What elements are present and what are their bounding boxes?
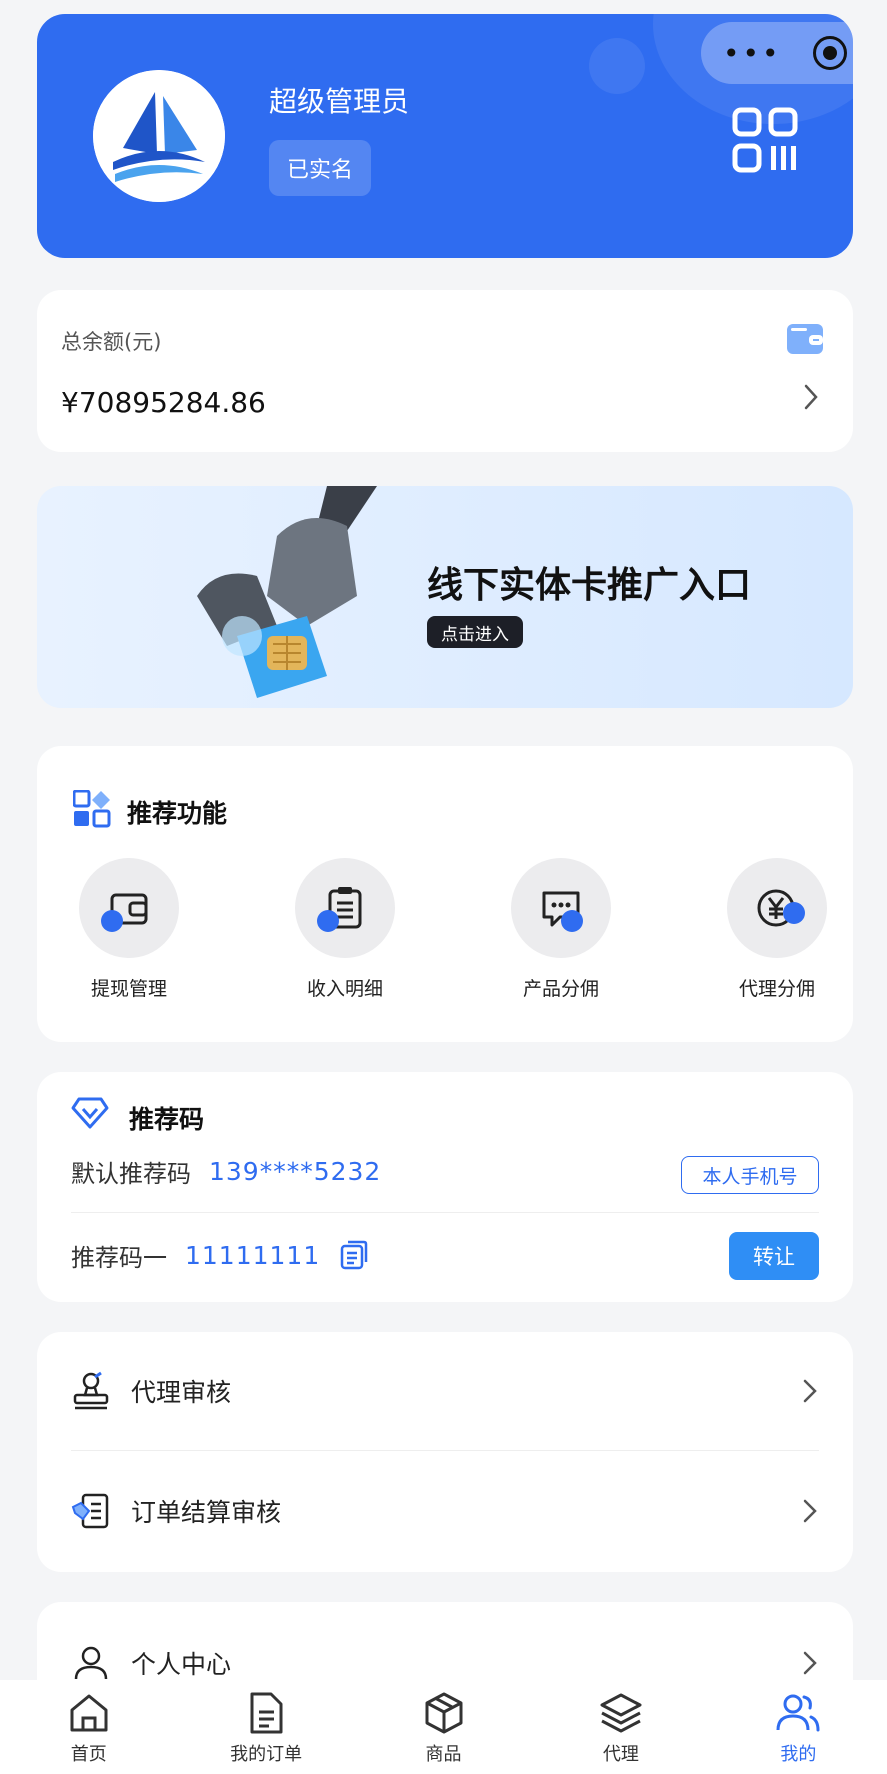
tab-mine[interactable]: 我的 — [710, 1680, 887, 1774]
feature-icon-bg — [511, 858, 611, 958]
audit-list-card: 代理审核 订单结算审核 — [37, 1332, 853, 1572]
balance-amount: ¥70895284.86 — [61, 386, 266, 419]
close-target-icon[interactable] — [813, 36, 847, 70]
header-decoration — [589, 38, 645, 94]
feature-label: 代理分佣 — [738, 978, 815, 1000]
tab-label: 商品 — [425, 1744, 462, 1765]
section-title: 推荐功能 — [127, 799, 228, 828]
accent-dot — [561, 910, 583, 932]
list-item-label: 订单结算审核 — [131, 1498, 282, 1527]
miniprogram-capsule[interactable]: ••• — [701, 22, 853, 84]
accent-dot — [783, 902, 805, 924]
divider — [71, 1212, 819, 1213]
default-referral-value: 139****5232 — [209, 1156, 382, 1186]
stamp-icon — [73, 1371, 109, 1410]
tab-label: 代理 — [602, 1744, 639, 1765]
qr-code-icon[interactable] — [731, 106, 799, 174]
user-icon — [74, 1646, 108, 1680]
profile-header: 超级管理员 已实名 ••• — [37, 14, 853, 258]
feature-label: 产品分佣 — [522, 978, 599, 1000]
box-icon — [425, 1692, 463, 1734]
feature-income-detail[interactable]: 收入明细 — [265, 858, 425, 1001]
robot-hand-sim-illustration — [197, 486, 377, 698]
feature-product-commission[interactable]: 产品分佣 — [481, 858, 641, 1001]
tab-label: 我的 — [780, 1744, 817, 1765]
chevron-right-icon — [803, 1651, 817, 1675]
transfer-button[interactable]: 转让 — [729, 1232, 819, 1280]
feature-label: 提现管理 — [90, 978, 167, 1000]
list-item-order-settlement-audit[interactable]: 订单结算审核 — [71, 1456, 819, 1566]
avatar[interactable] — [93, 70, 225, 202]
bottom-tab-bar: 首页 我的订单 商品 代理 我的 — [0, 1680, 887, 1774]
chevron-right-icon[interactable] — [801, 382, 821, 412]
layers-icon — [600, 1693, 642, 1733]
enter-button[interactable]: 点击进入 — [427, 616, 523, 648]
list-item-label: 代理审核 — [131, 1378, 232, 1407]
feature-label: 收入明细 — [306, 978, 383, 1000]
referral-code-card: 推荐码 默认推荐码 139****5232 本人手机号 推荐码一 1111111… — [37, 1072, 853, 1302]
chevron-right-icon — [803, 1379, 817, 1403]
tab-label: 我的订单 — [230, 1744, 303, 1765]
default-referral-label: 默认推荐码 — [71, 1159, 191, 1188]
feature-icon-bg — [727, 858, 827, 958]
list-item-agent-audit[interactable]: 代理审核 — [71, 1336, 819, 1446]
chevron-right-icon — [803, 1499, 817, 1523]
recommended-features-card: 推荐功能 提现管理 收入明细 产品分佣 代理分佣 — [37, 746, 853, 1042]
offline-card-banner[interactable]: 线下实体卡推广入口 点击进入 — [37, 486, 853, 708]
verified-badge: 已实名 — [269, 140, 371, 196]
feature-agent-commission[interactable]: 代理分佣 — [697, 858, 857, 1001]
wallet-icon — [787, 324, 823, 354]
balance-label: 总余额(元) — [61, 330, 162, 354]
referral-code-1-row: 推荐码一 11111111 — [71, 1232, 819, 1278]
feature-icon-bg — [79, 858, 179, 958]
grid-apps-icon — [73, 790, 111, 828]
section-title: 推荐码 — [129, 1105, 205, 1134]
referral-code-1-label: 推荐码一 — [71, 1243, 167, 1272]
home-icon — [70, 1694, 108, 1732]
users-icon — [776, 1694, 820, 1732]
accent-dot — [101, 910, 123, 932]
accent-dot — [317, 910, 339, 932]
referral-code-1-value: 11111111 — [185, 1240, 321, 1270]
feature-icon-bg — [295, 858, 395, 958]
tab-home[interactable]: 首页 — [0, 1680, 177, 1774]
handshake-doc-icon — [71, 1493, 109, 1529]
tab-agent[interactable]: 代理 — [532, 1680, 709, 1774]
more-icon[interactable]: ••• — [723, 37, 782, 70]
divider — [71, 1450, 819, 1451]
logo-icon — [93, 70, 225, 202]
tab-products[interactable]: 商品 — [355, 1680, 532, 1774]
username: 超级管理员 — [269, 85, 410, 118]
banner-title: 线下实体卡推广入口 — [427, 565, 752, 606]
tab-my-orders[interactable]: 我的订单 — [177, 1680, 354, 1774]
feature-withdraw[interactable]: 提现管理 — [49, 858, 209, 1001]
own-phone-button[interactable]: 本人手机号 — [681, 1156, 819, 1194]
copy-icon[interactable] — [340, 1240, 368, 1270]
document-icon — [250, 1692, 283, 1734]
diamond-icon — [71, 1097, 109, 1129]
tab-label: 首页 — [70, 1744, 107, 1765]
balance-card[interactable]: 总余额(元) ¥70895284.86 — [37, 290, 853, 452]
list-item-label: 个人中心 — [131, 1650, 232, 1679]
